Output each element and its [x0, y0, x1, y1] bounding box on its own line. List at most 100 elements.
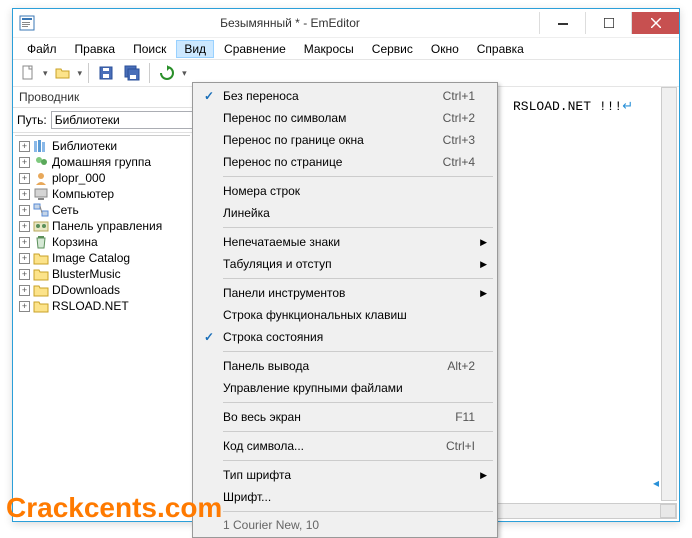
tree-item[interactable]: + Компьютер [15, 186, 190, 202]
tree-item-label: Библиотеки [52, 139, 117, 153]
expand-icon[interactable]: + [19, 173, 30, 184]
tree-item-label: DDownloads [52, 283, 120, 297]
explorer-title: Проводник [13, 87, 192, 108]
menu-item[interactable]: Перенос по символамCtrl+2 [195, 107, 495, 129]
menu-item-label: Перенос по странице [223, 155, 443, 169]
tree-item[interactable]: + Image Catalog [15, 250, 190, 266]
menu-compare[interactable]: Сравнение [216, 40, 294, 58]
menu-view[interactable]: Вид [176, 40, 214, 58]
recycle-bin-icon [33, 235, 49, 249]
shortcut-label: Ctrl+2 [443, 111, 475, 125]
vertical-scrollbar[interactable] [661, 87, 677, 501]
editor-text: RSLOAD.NET !!! [513, 99, 622, 114]
menu-item[interactable]: Непечатаемые знаки▶ [195, 231, 495, 253]
menu-item[interactable]: Табуляция и отступ ▶ [195, 253, 495, 275]
tree-item[interactable]: +RSLOAD.NET [15, 298, 190, 314]
menu-item[interactable]: Управление крупными файлами [195, 377, 495, 399]
menu-item[interactable]: ✓Без переносаCtrl+1 [195, 85, 495, 107]
menu-edit[interactable]: Правка [67, 40, 124, 58]
menu-item[interactable]: Номера строк [195, 180, 495, 202]
expand-icon[interactable]: + [19, 269, 30, 280]
tree-item[interactable]: + Домашняя группа [15, 154, 190, 170]
menu-item[interactable]: Строка функциональных клавиш [195, 304, 495, 326]
font-status: 1 Courier New, 10 [195, 515, 495, 535]
menu-item[interactable]: Панель выводаAlt+2 [195, 355, 495, 377]
tree-item[interactable]: + Корзина [15, 234, 190, 250]
menu-item[interactable]: ✓Строка состояния [195, 326, 495, 348]
expand-icon[interactable]: + [19, 285, 30, 296]
tree-item[interactable]: + Сеть [15, 202, 190, 218]
expand-icon[interactable]: + [19, 189, 30, 200]
expand-icon[interactable]: + [19, 205, 30, 216]
menu-item[interactable]: Перенос по границе окнаCtrl+3 [195, 129, 495, 151]
menu-window[interactable]: Окно [423, 40, 467, 58]
menu-item-label: Управление крупными файлами [223, 381, 475, 395]
menu-item-label: Тип шрифта [223, 468, 475, 482]
expand-icon[interactable]: + [19, 141, 30, 152]
tree-item-label: plopr_000 [52, 171, 105, 185]
shortcut-label: F11 [455, 410, 475, 424]
menu-macros[interactable]: Макросы [296, 40, 362, 58]
tree-item-label: Image Catalog [52, 251, 130, 265]
expand-icon[interactable]: + [19, 301, 30, 312]
menu-help[interactable]: Справка [469, 40, 532, 58]
menu-item[interactable]: Шрифт... [195, 486, 495, 508]
path-label: Путь: [17, 113, 47, 127]
menu-item[interactable]: Перенос по страницеCtrl+4 [195, 151, 495, 173]
tree-item-label: Корзина [52, 235, 98, 249]
tree-item[interactable]: + plopr_000 [15, 170, 190, 186]
reload-button[interactable] [156, 62, 178, 84]
folder-tree[interactable]: + Библиотеки + Домашняя группа + plopr_000 + Ко… [15, 135, 190, 519]
open-file-button[interactable] [52, 62, 74, 84]
menu-item[interactable]: Панели инструментов▶ [195, 282, 495, 304]
tree-item[interactable]: + DDownloads [15, 282, 190, 298]
folder-icon [33, 267, 49, 281]
save-all-button[interactable] [121, 62, 143, 84]
expand-icon[interactable]: + [19, 157, 30, 168]
new-file-button[interactable] [17, 62, 39, 84]
newline-icon: ↵ [622, 99, 633, 114]
expand-icon[interactable]: + [19, 253, 30, 264]
watermark: Crackcents.com [6, 492, 222, 524]
menu-item-label: Во весь экран [223, 410, 455, 424]
maximize-button[interactable] [585, 12, 631, 34]
menu-item-label: Перенос по символам [223, 111, 443, 125]
tree-item-label: Сеть [52, 203, 79, 217]
submenu-arrow-icon: ▶ [480, 259, 487, 270]
tree-item[interactable]: + BlusterMusic [15, 266, 190, 282]
menu-file[interactable]: Файл [19, 40, 65, 58]
user-icon [33, 171, 49, 185]
titlebar: Безымянный * - EmEditor [13, 9, 679, 37]
submenu-arrow-icon: ▶ [480, 288, 487, 299]
submenu-arrow-icon: ▶ [480, 237, 487, 248]
menu-item[interactable]: Во весь экранF11 [195, 406, 495, 428]
menu-item[interactable]: Линейка [195, 202, 495, 224]
eof-icon: ◂ [653, 476, 659, 491]
tree-item-label: Компьютер [52, 187, 114, 201]
tree-item[interactable]: +Панель управления [15, 218, 190, 234]
scroll-right-button[interactable] [660, 504, 676, 518]
tree-item[interactable]: + Библиотеки [15, 138, 190, 154]
folder-icon [33, 251, 49, 265]
menu-item-label: Линейка [223, 206, 475, 220]
menu-item[interactable]: Тип шрифта▶ [195, 464, 495, 486]
menu-tools[interactable]: Сервис [364, 40, 421, 58]
path-input[interactable] [51, 111, 214, 129]
expand-icon[interactable]: + [19, 237, 30, 248]
tree-item-label: BlusterMusic [52, 267, 121, 281]
minimize-button[interactable] [539, 12, 585, 34]
menu-separator [223, 511, 493, 512]
menu-item-label: Строка функциональных клавиш [223, 308, 475, 322]
menu-separator [223, 351, 493, 352]
close-button[interactable] [631, 12, 679, 34]
path-row: Путь: [13, 108, 192, 133]
expand-icon[interactable]: + [19, 221, 30, 232]
menu-item-label: Табуляция и отступ [223, 257, 475, 271]
menu-item[interactable]: Код символа...Ctrl+I [195, 435, 495, 457]
menu-search[interactable]: Поиск [125, 40, 174, 58]
save-button[interactable] [95, 62, 117, 84]
menu-separator [223, 278, 493, 279]
menu-separator [223, 460, 493, 461]
folder-icon [33, 299, 49, 313]
tree-item-label: Домашняя группа [52, 155, 151, 169]
